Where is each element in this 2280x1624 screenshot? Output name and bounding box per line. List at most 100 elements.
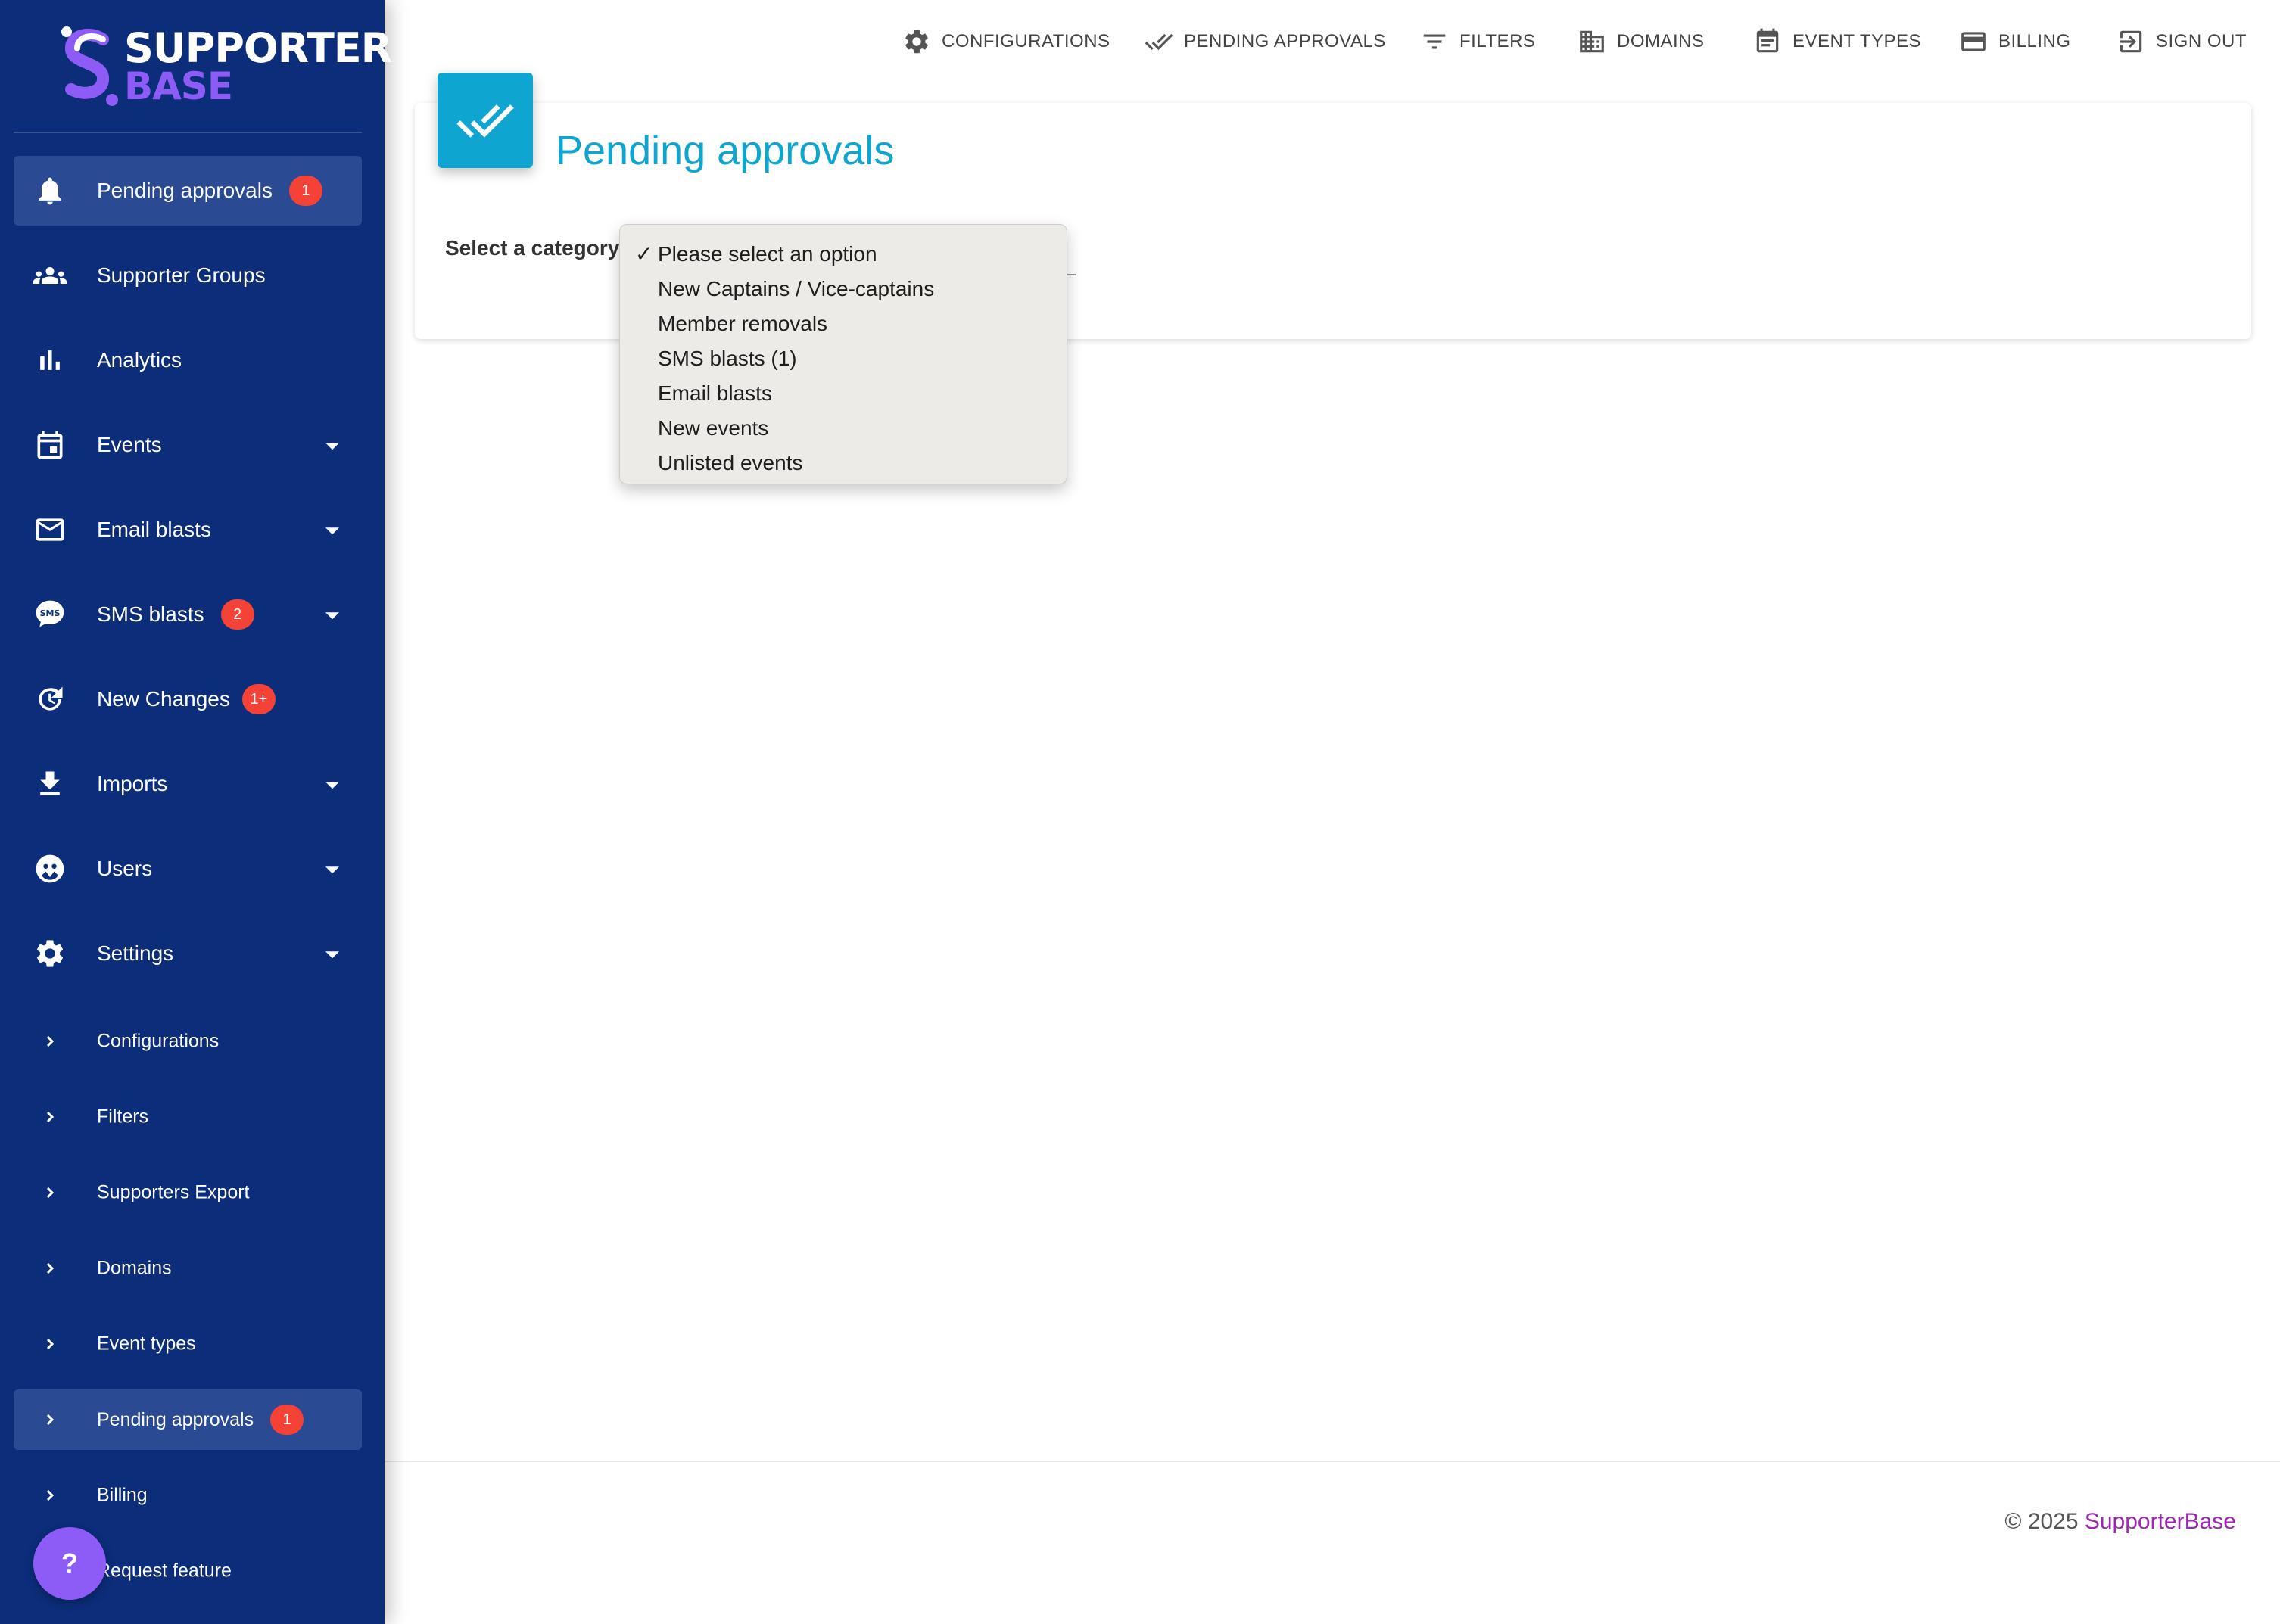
footer: © 2025 SupporterBase (2004, 1509, 2236, 1535)
sidebar-item-supporter-groups[interactable]: Supporter Groups (14, 241, 362, 310)
sidebar-subitem-pending-approvals[interactable]: Pending approvals 1 (14, 1389, 362, 1450)
sidebar-item-label: Supporter Groups (97, 263, 266, 287)
sidebar-divider (14, 132, 362, 133)
download-icon (32, 766, 68, 802)
footer-copyright: © 2025 (2004, 1509, 2079, 1534)
sidebar: SUPPORTER BASE Pending approvals 1 Suppor… (0, 0, 392, 1624)
topnav-billing[interactable]: BILLING (1959, 24, 2071, 59)
category-select-label: Select a category: (445, 236, 627, 260)
sidebar-subitem-domains[interactable]: Domains (14, 1238, 362, 1299)
sidebar-item-label: Email blasts (97, 518, 211, 541)
sidebar-item-label: Analytics (97, 348, 182, 372)
count-badge: 1 (288, 176, 322, 206)
sidebar-item-analytics[interactable]: Analytics (14, 325, 362, 395)
help-button[interactable]: ? (33, 1527, 106, 1600)
svg-text:SMS: SMS (40, 608, 61, 618)
chevron-right-icon (41, 1108, 59, 1126)
sidebar-item-email-blasts[interactable]: Email blasts (14, 495, 362, 565)
topnav-label: CONFIGURATIONS (942, 31, 1110, 51)
refresh-icon (32, 681, 68, 717)
category-option-label: New events (658, 416, 769, 440)
sidebar-item-label: Events (97, 433, 162, 456)
category-option-label: SMS blasts (1) (658, 347, 797, 370)
bell-icon (32, 173, 68, 209)
topnav-filters[interactable]: FILTERS (1420, 24, 1535, 59)
chevron-right-icon (41, 1411, 59, 1429)
sidebar-subitem-event-types[interactable]: Event types (14, 1314, 362, 1374)
gear-icon (905, 30, 928, 54)
sidebar-item-label: Settings (97, 941, 174, 965)
chevron-right-icon (41, 1486, 59, 1504)
calendar-icon (32, 427, 68, 463)
page-title: Pending approvals (556, 128, 895, 173)
topnav-label: PENDING APPROVALS (1184, 31, 1386, 51)
footer-supporterbase-link[interactable]: SupporterBase (2085, 1509, 2236, 1534)
sidebar-subitem-filters[interactable]: Filters (14, 1087, 362, 1147)
checkmark-icon: ✓ (635, 242, 653, 266)
category-option-label: Email blasts (658, 381, 772, 405)
building-icon (1580, 30, 1604, 53)
card-header-icon (438, 73, 533, 168)
count-badge: 1+ (241, 684, 276, 714)
supporterbase-logo[interactable]: SUPPORTER BASE (59, 26, 392, 108)
topnav-label: DOMAINS (1617, 31, 1705, 51)
category-option-label: Unlisted events (658, 451, 803, 474)
group-icon (32, 257, 68, 294)
category-option-label: Please select an option (658, 242, 877, 266)
mail-icon (32, 512, 68, 548)
sidebar-item-label: SMS blasts (97, 602, 204, 626)
category-option[interactable]: SMS blasts (1) (620, 341, 1067, 376)
filter-icon (1423, 34, 1446, 49)
sidebar-subitem-label: Domains (97, 1257, 172, 1279)
category-option[interactable]: ✓ Please select an option (620, 237, 1067, 272)
count-badge: 1 (270, 1405, 304, 1435)
logo-text-base: BASE (124, 64, 233, 108)
topnav-domains[interactable]: DOMAINS (1578, 24, 1705, 59)
count-badge: 2 (220, 599, 254, 630)
sidebar-item-imports[interactable]: Imports (14, 749, 362, 819)
category-option[interactable]: Member removals (620, 306, 1067, 341)
caret-down-icon (325, 443, 339, 450)
sidebar-item-users[interactable]: Users (14, 834, 362, 904)
caret-down-icon (325, 951, 339, 959)
topnav-configurations[interactable]: CONFIGURATIONS (902, 24, 1110, 59)
sidebar-item-label: Pending approvals (97, 179, 273, 202)
caret-down-icon (325, 527, 339, 535)
caret-down-icon (325, 782, 339, 789)
double-check-icon (456, 104, 514, 138)
category-select-dropdown[interactable]: ✓ Please select an option New Captains /… (619, 224, 1067, 484)
sidebar-item-sms-blasts[interactable]: SMS SMS blasts 2 (14, 580, 362, 649)
logo-s-mark-icon (61, 26, 118, 106)
sidebar-subitem-billing[interactable]: Billing (14, 1465, 362, 1526)
event-note-icon (1756, 28, 1779, 53)
double-check-icon (1145, 33, 1173, 51)
sidebar-subitem-supporters-export[interactable]: Supporters Export (14, 1162, 362, 1223)
chevron-right-icon (41, 1335, 59, 1353)
category-option-label: New Captains / Vice-captains (658, 277, 935, 300)
topnav-event-types[interactable]: EVENT TYPES (1753, 24, 1921, 59)
sidebar-item-new-changes[interactable]: New Changes 1+ (14, 664, 362, 734)
category-option-label: Member removals (658, 312, 828, 335)
sidebar-subitem-configurations[interactable]: Configurations (14, 1011, 362, 1072)
category-option[interactable]: New events (620, 411, 1067, 446)
sms-icon: SMS (32, 596, 68, 633)
category-option[interactable]: Unlisted events (620, 446, 1067, 481)
sidebar-item-events[interactable]: Events (14, 410, 362, 480)
category-option[interactable]: New Captains / Vice-captains (620, 272, 1067, 306)
chevron-right-icon (41, 1184, 59, 1202)
sidebar-item-label: Imports (97, 772, 168, 795)
category-option[interactable]: Email blasts (620, 376, 1067, 411)
topnav-sign-out[interactable]: SIGN OUT (2116, 24, 2247, 59)
sidebar-subitem-label: Supporters Export (97, 1181, 250, 1203)
sidebar-subitem-label: Billing (97, 1484, 148, 1506)
topnav-pending-approvals[interactable]: PENDING APPROVALS (1145, 24, 1386, 59)
footer-divider (385, 1461, 2280, 1462)
sidebar-item-pending-approvals[interactable]: Pending approvals 1 (14, 156, 362, 226)
chevron-right-icon (41, 1259, 59, 1277)
caret-down-icon (325, 612, 339, 620)
topnav-label: SIGN OUT (2156, 31, 2247, 51)
credit-card-icon (1961, 32, 1986, 51)
sidebar-subitem-label: Filters (97, 1106, 149, 1128)
caret-down-icon (325, 866, 339, 874)
sidebar-item-settings[interactable]: Settings (14, 919, 362, 988)
